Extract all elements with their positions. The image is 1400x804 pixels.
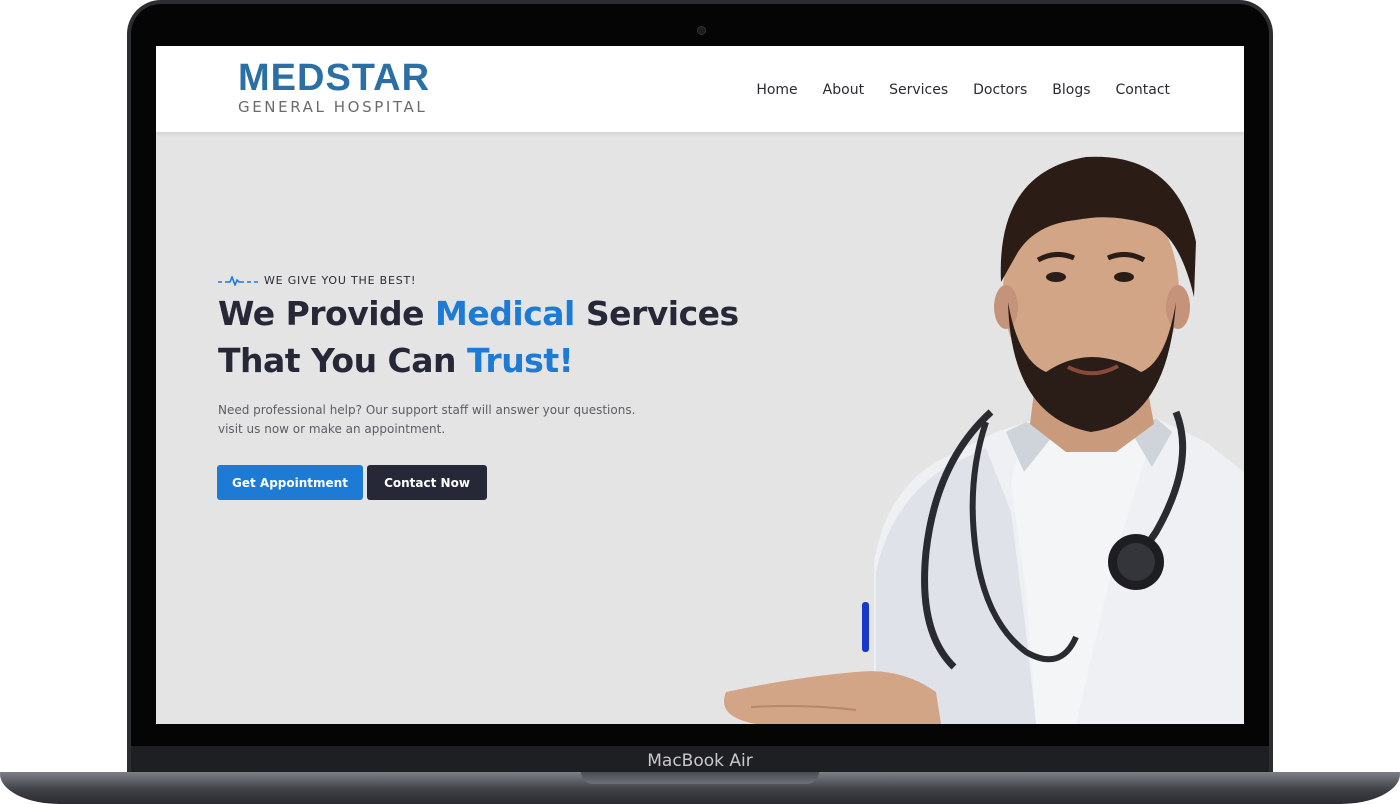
nav-item-home[interactable]: Home xyxy=(756,82,797,98)
nav-item-about[interactable]: About xyxy=(823,82,864,98)
title-accent-text: Medical xyxy=(435,294,575,333)
nav-item-contact[interactable]: Contact xyxy=(1116,82,1170,98)
description-line-1: Need professional help? Our support staf… xyxy=(218,403,636,417)
contact-now-button[interactable]: Contact Now xyxy=(367,465,487,500)
website-screen: MEDSTAR GENERAL HOSPITAL Home About Serv… xyxy=(156,46,1244,724)
logo-title[interactable]: MEDSTAR xyxy=(238,58,430,98)
doctor-image xyxy=(724,156,1244,724)
nav-item-blogs[interactable]: Blogs xyxy=(1052,82,1090,98)
hero-section: WE GIVE YOU THE BEST! We Provide Medical… xyxy=(156,132,1244,724)
get-appointment-button[interactable]: Get Appointment xyxy=(217,465,363,500)
hero-title-line-1: We Provide Medical Services xyxy=(218,290,739,337)
hero-title: We Provide Medical Services That You Can… xyxy=(218,290,739,384)
title-text: Services xyxy=(574,294,739,333)
hero-tagline: WE GIVE YOU THE BEST! xyxy=(218,274,416,287)
title-text: That You Can xyxy=(218,341,468,380)
site-header: MEDSTAR GENERAL HOSPITAL Home About Serv… xyxy=(156,46,1244,132)
logo-subtitle[interactable]: GENERAL HOSPITAL xyxy=(238,98,427,116)
title-text: We Provide xyxy=(218,294,436,333)
hero-description: Need professional help? Our support staf… xyxy=(218,401,658,439)
tagline-text: WE GIVE YOU THE BEST! xyxy=(264,274,417,287)
heartbeat-line-icon xyxy=(218,275,258,286)
laptop-notch xyxy=(581,772,819,784)
main-nav: Home About Services Doctors Blogs Contac… xyxy=(756,82,1170,98)
nav-item-services[interactable]: Services xyxy=(889,82,948,98)
title-accent-text: Trust! xyxy=(467,341,574,380)
camera-icon xyxy=(697,26,706,35)
description-line-2: visit us now or make an appointment. xyxy=(218,422,446,436)
nav-item-doctors[interactable]: Doctors xyxy=(973,82,1027,98)
hero-title-line-2: That You Can Trust! xyxy=(218,337,739,384)
